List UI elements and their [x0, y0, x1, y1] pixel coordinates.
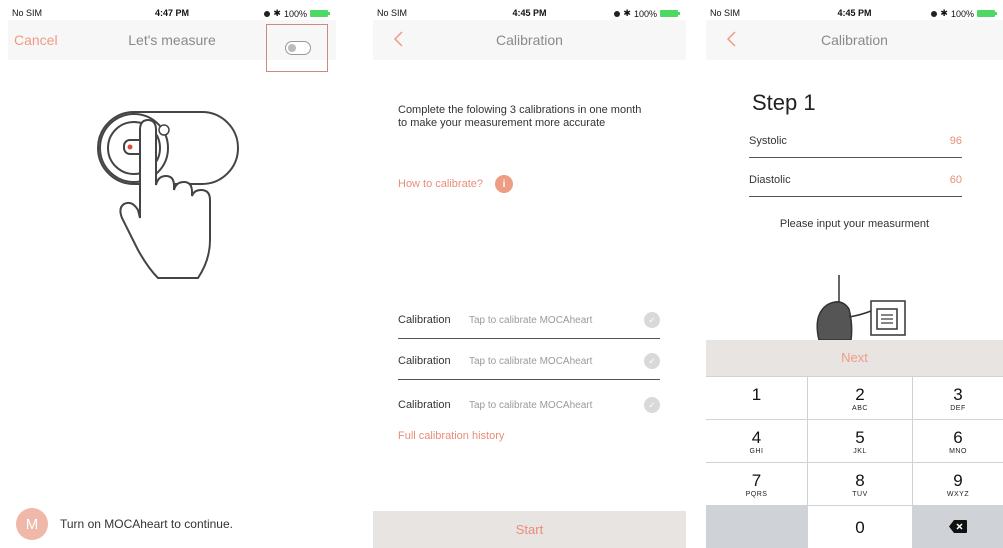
check-icon: ✓: [644, 312, 660, 328]
key-number: 4: [751, 428, 762, 447]
battery-percent: 100%: [283, 8, 307, 19]
check-icon: ✓: [644, 353, 660, 369]
key-3[interactable]: 3 DEF: [913, 377, 1003, 419]
key-letters: ABC: [852, 405, 868, 412]
screen-calibration-step: No SIM 4:45 PM ✱ 100% Calibration Step 1…: [706, 0, 1003, 548]
key-number: 7: [751, 471, 762, 490]
calibration-label: Calibration: [398, 399, 451, 411]
step-title: Step 1: [752, 90, 816, 115]
status-right: ✱ 100%: [931, 8, 997, 19]
nav-bar: Calibration: [373, 20, 686, 60]
key-letters: GHI: [749, 448, 764, 455]
key-backspace[interactable]: [913, 506, 1003, 548]
divider: [749, 157, 962, 158]
calibration-hint: Tap to calibrate MOCAheart: [469, 314, 593, 326]
key-letters: WXYZ: [946, 491, 970, 498]
status-bar: No SIM 4:47 PM ✱ 100%: [8, 0, 336, 20]
battery-percent: 100%: [950, 8, 974, 19]
bluetooth-icon: ✱: [273, 8, 281, 18]
key-letters: JKL: [853, 448, 867, 455]
calibration-row-3[interactable]: Calibration Tap to calibrate MOCAheart ✓: [398, 391, 660, 419]
divider: [398, 338, 660, 339]
status-right: ✱ 100%: [264, 8, 330, 19]
key-number: 5: [855, 428, 865, 447]
key-number: 3: [953, 385, 963, 404]
bluetooth-icon: ✱: [940, 8, 948, 18]
backspace-icon: [949, 520, 967, 533]
page-title: Calibration: [821, 32, 888, 48]
key-4[interactable]: 4 GHI: [706, 420, 807, 462]
calibration-intro-text: Complete the folowing 3 calibrations in …: [398, 104, 642, 129]
full-calibration-history-link[interactable]: Full calibration history: [398, 430, 504, 442]
key-9[interactable]: 9 WXYZ: [913, 463, 1003, 505]
start-button[interactable]: Start: [373, 511, 686, 548]
numeric-keypad: 1 2 ABC 3 DEF 4 GHI 5 JKL 6 MNO 7 PQRS 8…: [706, 376, 1003, 548]
key-letters: DEF: [950, 405, 966, 412]
diastolic-label: Diastolic: [749, 174, 791, 186]
key-number: 1: [751, 385, 762, 404]
key-number: 9: [953, 471, 963, 490]
systolic-field[interactable]: Systolic 96: [749, 126, 962, 156]
key-number: 2: [855, 385, 865, 404]
key-letters: PQRS: [745, 491, 768, 498]
blood-pressure-cuff-illustration: [816, 275, 906, 340]
check-icon: ✓: [644, 397, 660, 413]
battery-icon: [310, 10, 330, 17]
systolic-label: Systolic: [749, 135, 787, 147]
nav-bar: Calibration: [706, 20, 1003, 60]
screen-calibration-list: No SIM 4:45 PM ✱ 100% Calibration Comple…: [373, 0, 686, 548]
info-icon: i: [495, 175, 513, 193]
key-2[interactable]: 2 ABC: [808, 377, 912, 419]
battery-icon: [977, 10, 997, 17]
status-bar: No SIM 4:45 PM ✱ 100%: [706, 0, 1003, 20]
input-prompt: Please input your measurment: [779, 218, 930, 230]
key-7[interactable]: 7 PQRS: [706, 463, 807, 505]
battery-percent: 100%: [633, 8, 657, 19]
key-8[interactable]: 8 TUV: [808, 463, 912, 505]
key-number: 8: [855, 471, 865, 490]
systolic-value: 96: [949, 135, 962, 147]
key-6[interactable]: 6 MNO: [913, 420, 1003, 462]
screen-lets-measure: No SIM 4:47 PM ✱ 100% Cancel Let's measu…: [8, 0, 336, 548]
how-to-calibrate-link[interactable]: How to calibrate? i: [398, 175, 513, 193]
avatar: M: [16, 508, 48, 540]
turn-on-text: Turn on MOCAheart to continue.: [60, 517, 233, 531]
rotation-lock-icon: [264, 10, 271, 17]
status-right: ✱ 100%: [614, 8, 680, 19]
status-bar: No SIM 4:45 PM ✱ 100%: [373, 0, 686, 20]
key-number: 0: [855, 518, 865, 537]
divider: [749, 196, 962, 197]
press-device-illustration: [97, 111, 239, 279]
page-title: Calibration: [496, 32, 563, 48]
key-letters: TUV: [852, 491, 868, 498]
divider: [398, 379, 660, 380]
calibration-row-2[interactable]: Calibration Tap to calibrate MOCAheart ✓: [398, 347, 660, 375]
next-button[interactable]: Next: [706, 340, 1003, 376]
rotation-lock-icon: [931, 10, 938, 17]
key-number: 6: [953, 428, 963, 447]
diastolic-field[interactable]: Diastolic 60: [749, 165, 962, 195]
toggle-icon: [285, 41, 311, 55]
calibration-row-1[interactable]: Calibration Tap to calibrate MOCAheart ✓: [398, 306, 660, 334]
key-letters: MNO: [949, 448, 967, 455]
device-toggle-button[interactable]: [266, 24, 328, 72]
how-to-calibrate-label: How to calibrate?: [398, 178, 483, 190]
rotation-lock-icon: [614, 10, 621, 17]
calibration-hint: Tap to calibrate MOCAheart: [469, 399, 593, 411]
key-0[interactable]: 0: [808, 506, 912, 548]
key-5[interactable]: 5 JKL: [808, 420, 912, 462]
calibration-label: Calibration: [398, 355, 451, 367]
calibration-hint: Tap to calibrate MOCAheart: [469, 355, 593, 367]
diastolic-value: 60: [949, 174, 962, 186]
key-blank: [706, 506, 807, 548]
calibration-label: Calibration: [398, 314, 451, 326]
battery-icon: [660, 10, 680, 17]
key-1[interactable]: 1: [706, 377, 807, 419]
turn-on-message: M Turn on MOCAheart to continue.: [16, 508, 233, 540]
bluetooth-icon: ✱: [623, 8, 631, 18]
